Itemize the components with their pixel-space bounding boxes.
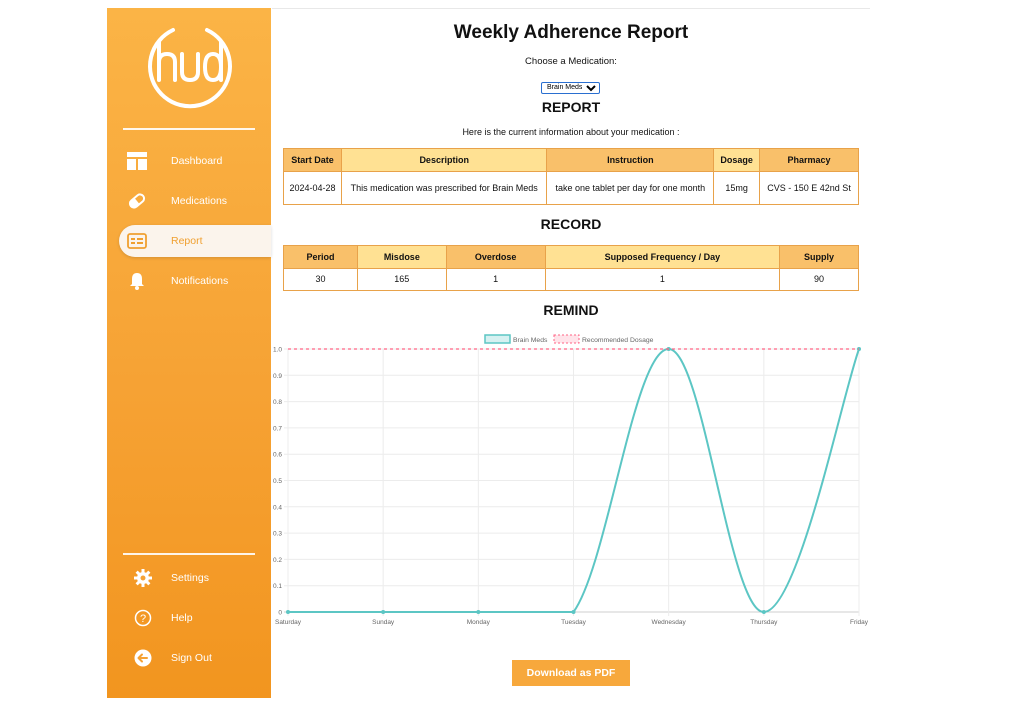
table-cell: 15mg — [713, 171, 761, 205]
sidebar-item-dashboard[interactable]: Dashboard — [119, 145, 271, 177]
sidebar-item-notifications[interactable]: Notifications — [119, 265, 271, 297]
table-cell: 30 — [283, 268, 358, 291]
report-icon — [127, 231, 147, 251]
data-point — [761, 610, 766, 614]
data-point — [571, 610, 576, 614]
y-tick-label: 0.3 — [273, 531, 282, 538]
y-tick-label: 0.4 — [273, 504, 282, 511]
report-intro: Here is the current information about yo… — [462, 127, 680, 137]
column-header: Start Date — [283, 148, 342, 172]
table-cell: 2024-04-28 — [283, 171, 342, 205]
y-tick-label: 0.5 — [273, 478, 282, 485]
x-tick-label: Thursday — [750, 619, 778, 626]
record-heading: RECORD — [540, 216, 602, 232]
sidebar-item-label: Sign Out — [171, 652, 212, 664]
record-table: Period Misdose Overdose Supposed Frequen… — [283, 245, 859, 291]
column-header: Dosage — [713, 148, 761, 172]
column-header: Overdose — [445, 245, 546, 269]
table-cell: 1 — [544, 268, 781, 291]
table-row: 2024-04-28 This medication was prescribe… — [283, 171, 859, 205]
column-header: Description — [340, 148, 548, 172]
sidebar-item-label: Medications — [171, 195, 228, 207]
table-cell: take one tablet per day for one month — [546, 171, 715, 205]
sidebar-item-help[interactable]: ? Help — [119, 602, 271, 634]
data-point — [476, 610, 481, 614]
table-cell: 1 — [445, 268, 546, 291]
y-tick-label: 0.9 — [273, 373, 282, 380]
page-title: Weekly Adherence Report — [453, 22, 689, 43]
pill-icon — [127, 191, 147, 211]
x-tick-label: Wednesday — [652, 619, 687, 626]
column-header: Supply — [779, 245, 859, 269]
column-header: Supposed Frequency / Day — [544, 245, 781, 269]
choose-medication-label: Choose a Medication: — [525, 56, 617, 67]
table-cell: CVS - 150 E 42nd St — [759, 171, 859, 205]
legend-swatch-recommended-dosage — [553, 334, 580, 344]
medication-select-wrapper: Brain Meds — [541, 76, 600, 94]
hud-logo[interactable]: hud — [145, 20, 235, 110]
sidebar-item-report[interactable]: Report — [119, 225, 271, 257]
data-point — [381, 610, 386, 614]
sidebar-item-label: Report — [171, 235, 203, 247]
sidebar-item-medications[interactable]: Medications — [119, 185, 271, 217]
sidebar-item-label: Settings — [171, 572, 209, 584]
table-cell: This medication was prescribed for Brain… — [340, 171, 548, 205]
sidebar-item-settings[interactable]: Settings — [119, 562, 271, 594]
gear-icon — [133, 568, 153, 588]
y-tick-label: 0.8 — [273, 399, 282, 406]
report-heading: REPORT — [541, 99, 601, 115]
column-header: Period — [283, 245, 358, 269]
table-cell: 165 — [356, 268, 447, 291]
x-tick-label: Tuesday — [561, 619, 586, 626]
sidebar-divider-bottom — [123, 553, 255, 555]
sidebar-item-label: Help — [171, 612, 193, 624]
x-tick-label: Sunday — [372, 619, 395, 626]
x-tick-label: Monday — [467, 619, 491, 626]
column-header: Misdose — [356, 245, 447, 269]
y-tick-label: 0 — [278, 610, 282, 617]
top-divider — [272, 8, 870, 9]
adherence-line-chart: 0 0.1 0.2 0.3 0.4 0.5 0.6 0.7 0.8 0.9 1.0 Saturday S… — [273, 334, 869, 626]
y-tick-label: 0.6 — [273, 452, 282, 459]
sidebar-item-label: Dashboard — [171, 155, 223, 167]
y-tick-label: 0.7 — [273, 425, 282, 432]
legend-label-brain-meds: Brain Meds — [513, 337, 548, 344]
table-row: 30 165 1 1 90 — [283, 268, 859, 291]
y-tick-label: 1.0 — [273, 347, 282, 354]
column-header: Instruction — [546, 148, 715, 172]
bell-icon — [127, 271, 147, 291]
svg-text:?: ? — [140, 613, 146, 625]
table-cell: 90 — [779, 268, 859, 291]
y-tick-label: 0.2 — [273, 557, 282, 564]
x-tick-label: Saturday — [275, 619, 302, 626]
download-pdf-button[interactable]: Download as PDF — [512, 660, 630, 686]
table-header-row: Start Date Description Instruction Dosag… — [283, 148, 859, 172]
medication-select[interactable]: Brain Meds — [541, 81, 600, 94]
data-point — [286, 610, 290, 614]
sign-out-icon — [133, 648, 153, 668]
sidebar-divider-top — [123, 128, 255, 130]
dashboard-icon — [127, 151, 147, 171]
legend-swatch-brain-meds — [484, 334, 511, 344]
y-tick-label: 0.1 — [273, 583, 282, 590]
table-header-row: Period Misdose Overdose Supposed Frequen… — [283, 245, 859, 269]
sidebar-item-sign-out[interactable]: Sign Out — [119, 642, 271, 674]
column-header: Pharmacy — [759, 148, 859, 172]
legend-label-recommended-dosage: Recommended Dosage — [582, 337, 654, 344]
help-icon: ? — [133, 608, 153, 628]
sidebar: hud Dashboard Medications Report Notific… — [107, 8, 271, 698]
remind-heading: REMIND — [543, 302, 599, 318]
x-tick-label: Friday — [850, 619, 869, 626]
report-table: Start Date Description Instruction Dosag… — [283, 148, 859, 205]
sidebar-item-label: Notifications — [171, 275, 229, 287]
